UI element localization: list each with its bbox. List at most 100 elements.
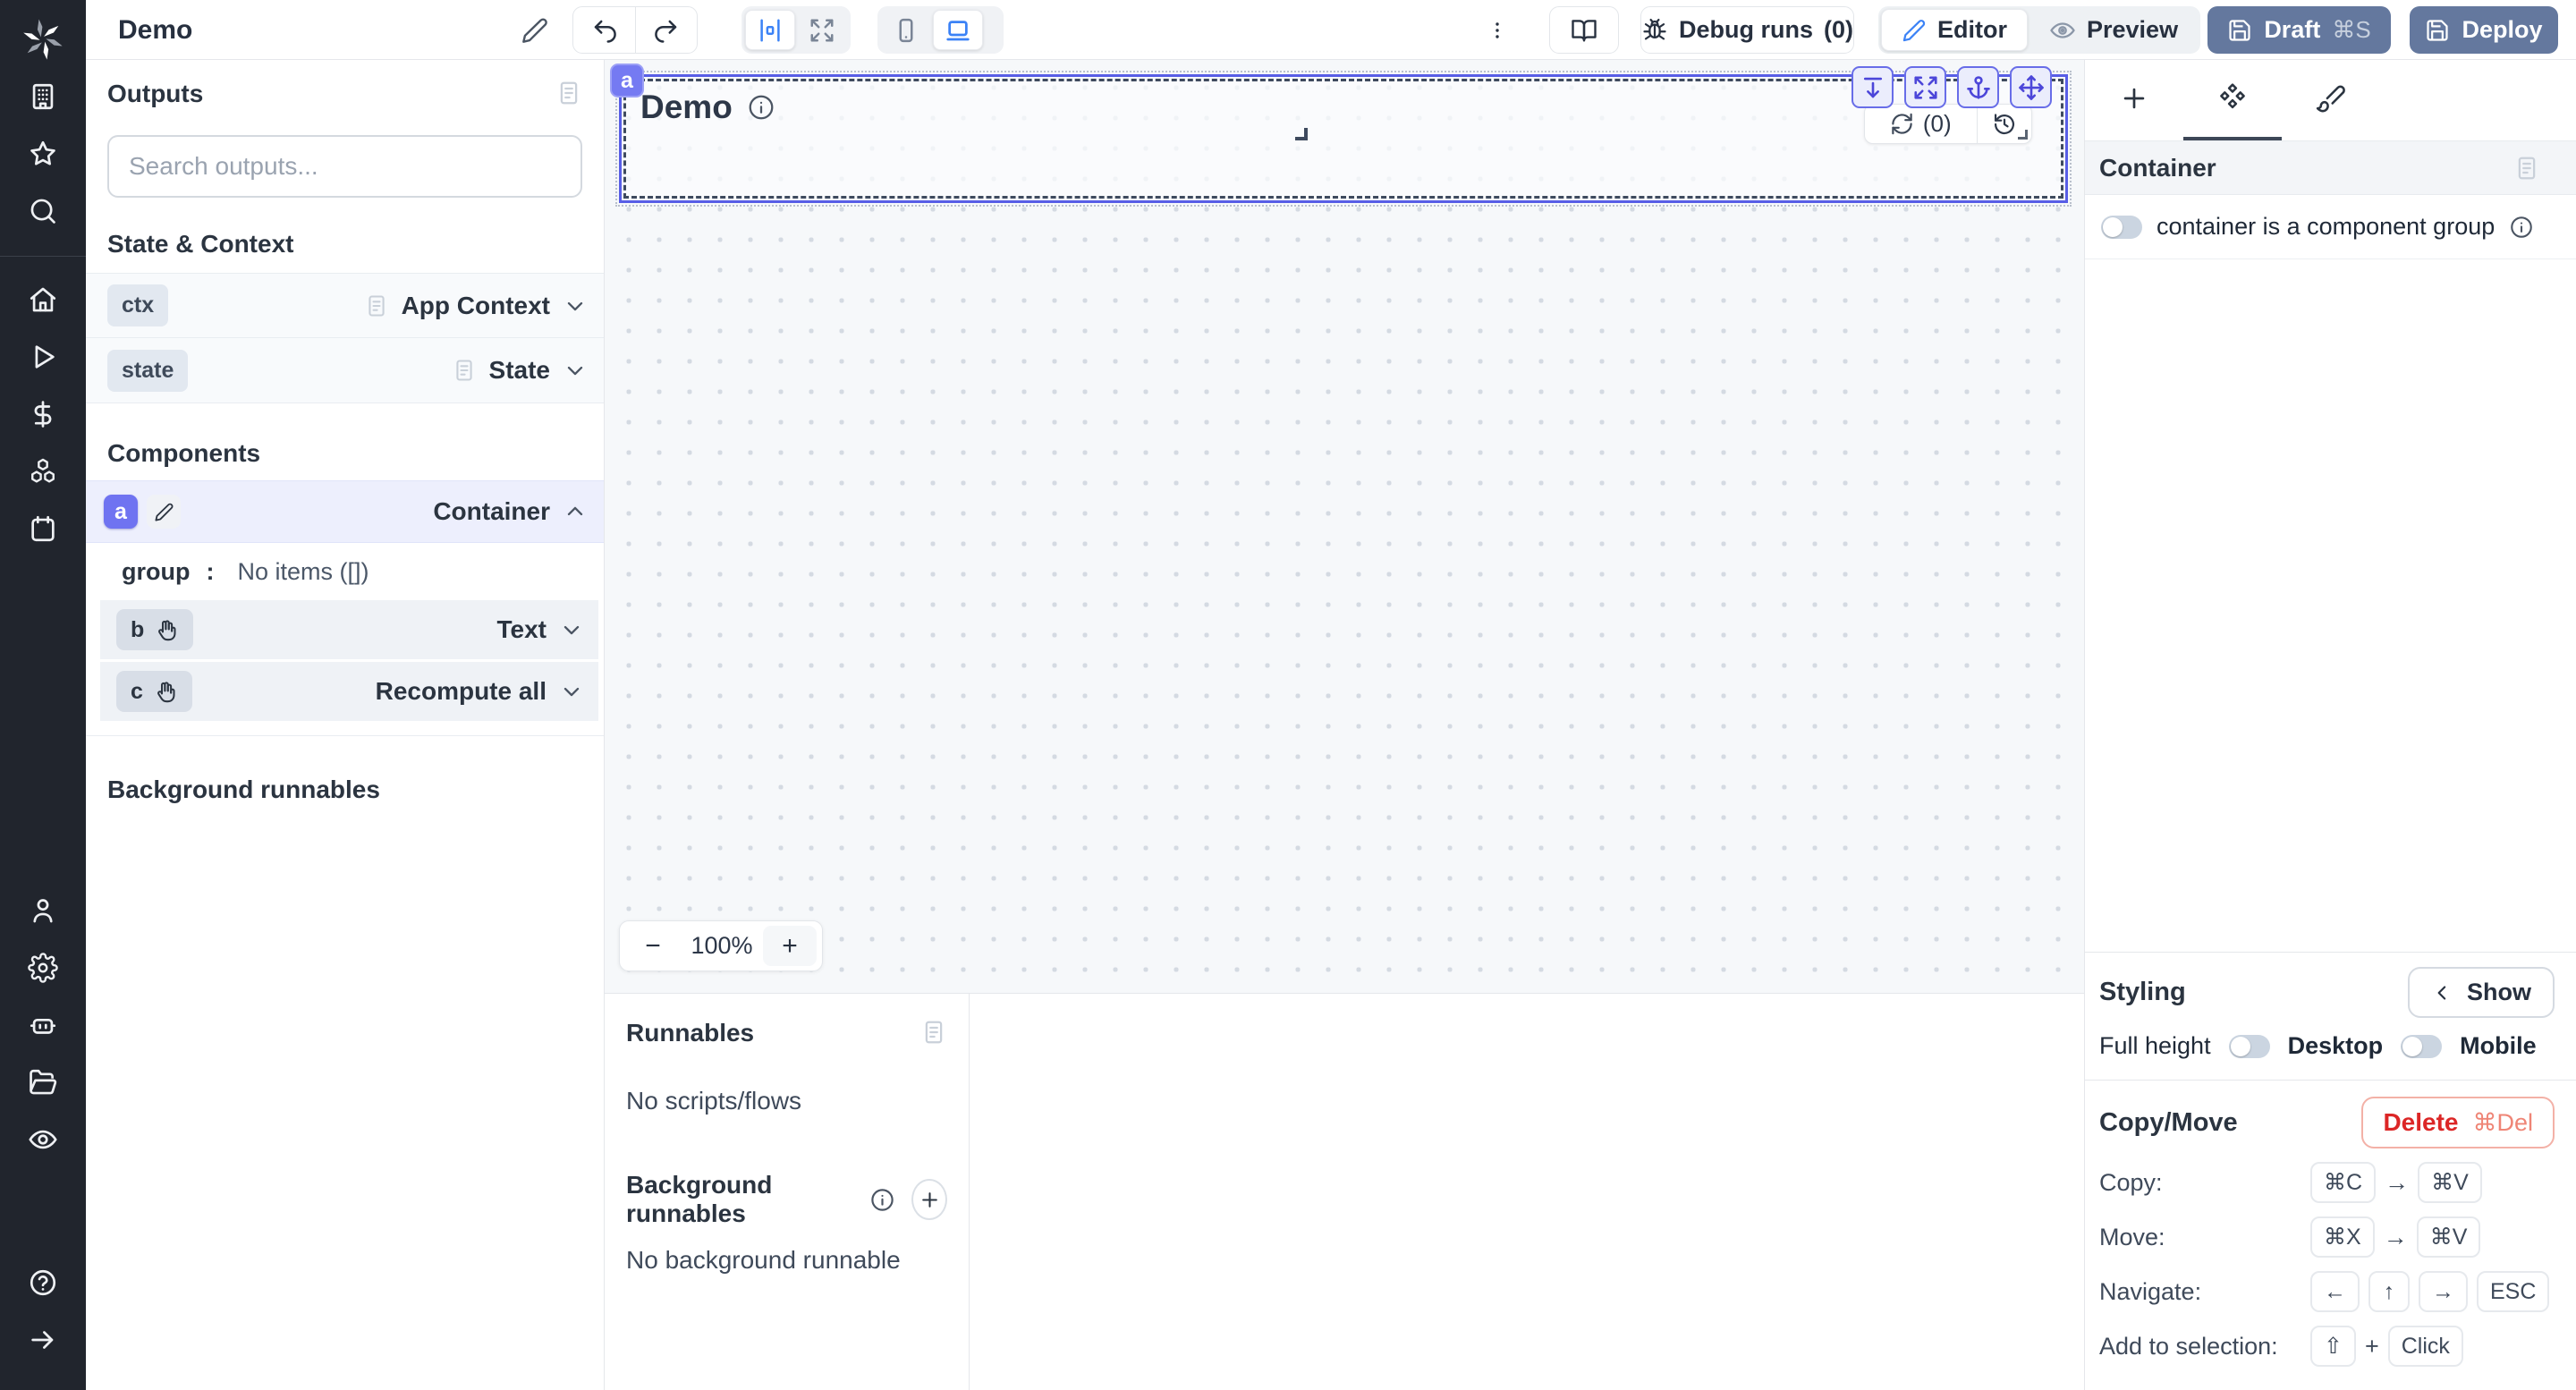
save-icon <box>2227 18 2252 43</box>
ctx-row[interactable]: ctx App Context <box>86 273 604 338</box>
arrow-down-to-line-icon <box>1860 74 1886 101</box>
tab-preview[interactable]: Preview <box>2029 9 2198 51</box>
runnables-heading: Runnables <box>626 1019 754 1047</box>
rail-item-search[interactable] <box>23 191 63 231</box>
runnables-panel: Runnables No scripts/flows Background ru… <box>605 994 970 1390</box>
tab-global-styling[interactable] <box>2282 60 2380 140</box>
chevron-down-icon[interactable] <box>563 358 588 383</box>
state-badge: state <box>107 350 188 392</box>
draft-button[interactable]: Draft ⌘S <box>2207 6 2391 54</box>
robot-icon <box>28 1010 58 1040</box>
align-center-icon <box>757 17 784 44</box>
refresh-component-button[interactable]: (0) <box>1865 105 1977 143</box>
debug-runs-button[interactable]: Debug runs (0) <box>1640 6 1854 54</box>
help-icon <box>28 1267 58 1298</box>
search-outputs-input[interactable] <box>107 135 582 198</box>
shortcut-row-navigate: Navigate: ← ↑ → ESC <box>2099 1271 2555 1312</box>
debug-runs-count: (0) <box>1824 16 1853 44</box>
undo-button[interactable] <box>573 7 635 53</box>
docs-button[interactable] <box>1549 6 1619 54</box>
inspector-bottom-padding <box>2085 1367 2576 1390</box>
container-group-row: group : No items ([]) <box>86 543 604 600</box>
tab-component-settings[interactable] <box>2183 60 2282 140</box>
tab-insert-component[interactable] <box>2085 60 2183 140</box>
container-component[interactable]: Demo <box>623 79 2063 199</box>
app-root: Demo Debug runs (0) <box>0 0 2576 1390</box>
kbd-arrow-left: ← <box>2310 1271 2360 1312</box>
chevron-down-icon[interactable] <box>559 617 584 642</box>
full-height-desktop-toggle[interactable] <box>2229 1035 2270 1058</box>
rail-item-favorites[interactable] <box>23 134 63 174</box>
kbd-cmd-v: ⌘V <box>2417 1216 2481 1258</box>
full-height-mobile-toggle[interactable] <box>2401 1035 2442 1058</box>
shortcut-row-copy: Copy: ⌘C → ⌘V <box>2099 1162 2555 1203</box>
expand-canvas-button[interactable] <box>797 10 847 50</box>
redo-button[interactable] <box>635 7 697 53</box>
info-icon[interactable] <box>869 1187 895 1213</box>
anchor-component-button[interactable] <box>1957 66 1999 108</box>
edit-title-button[interactable] <box>521 6 549 54</box>
mobile-view-button[interactable] <box>881 10 931 50</box>
rail-item-user[interactable] <box>23 891 63 930</box>
canvas-layout-group <box>741 6 851 54</box>
chevron-down-icon[interactable] <box>559 679 584 704</box>
rail-item-collapse[interactable] <box>23 1320 63 1360</box>
save-icon <box>2425 18 2450 43</box>
rail-item-resources[interactable] <box>23 452 63 491</box>
hand-pointer-icon <box>154 680 178 704</box>
show-styling-button[interactable]: Show <box>2408 967 2555 1018</box>
brush-icon <box>2316 83 2346 114</box>
rail-item-help[interactable] <box>23 1263 63 1302</box>
rename-component-button[interactable] <box>147 495 181 529</box>
pencil-icon <box>154 502 174 522</box>
selection-badge-a[interactable]: a <box>610 64 644 97</box>
rail-item-folders[interactable] <box>23 1063 63 1102</box>
rail-item-workspace[interactable] <box>23 77 63 116</box>
rail-item-usage[interactable] <box>23 394 63 434</box>
debug-runs-label: Debug runs <box>1679 16 1813 44</box>
move-component-button[interactable] <box>2010 66 2052 108</box>
shortcut-row-move: Move: ⌘X → ⌘V <box>2099 1216 2555 1258</box>
runnables-doc-icon[interactable] <box>920 1019 947 1046</box>
rail-item-runs[interactable] <box>23 337 63 377</box>
info-icon[interactable] <box>747 93 775 122</box>
component-row-recompute[interactable]: c Recompute all <box>100 662 598 721</box>
inspector-doc-icon[interactable] <box>2513 155 2540 182</box>
zoom-in-button[interactable]: + <box>763 926 817 966</box>
center-column: Demo a <box>605 60 2084 1390</box>
more-menu-button[interactable] <box>1487 6 1508 54</box>
zoom-out-button[interactable]: − <box>625 931 681 962</box>
component-group-toggle[interactable] <box>2101 216 2142 239</box>
delete-shortcut: ⌘Del <box>2472 1109 2533 1137</box>
diamond-grid-icon <box>2216 82 2249 114</box>
runnables-empty-text: No scripts/flows <box>626 1087 947 1115</box>
state-row[interactable]: state State <box>86 338 604 403</box>
delete-component-button[interactable]: Delete ⌘Del <box>2361 1097 2555 1148</box>
copymove-heading: Copy/Move <box>2099 1108 2238 1138</box>
outputs-doc-icon[interactable] <box>555 80 582 106</box>
chevron-down-icon[interactable] <box>563 293 588 318</box>
desktop-view-button[interactable] <box>933 10 983 50</box>
group-value: No items ([]) <box>237 558 369 586</box>
tab-editor[interactable]: Editor <box>1881 9 2028 51</box>
background-runnables-heading: Background runnables <box>107 776 582 804</box>
chevron-up-icon[interactable] <box>563 499 588 524</box>
device-toggle-group <box>877 6 1004 54</box>
rail-item-audit[interactable] <box>23 1120 63 1159</box>
rail-item-home[interactable] <box>23 280 63 319</box>
info-icon[interactable] <box>2509 215 2534 240</box>
fill-height-button[interactable] <box>1852 66 1894 108</box>
add-background-runnable-button[interactable] <box>911 1179 947 1220</box>
expand-component-button[interactable] <box>1904 66 1946 108</box>
plus-icon <box>2119 83 2149 114</box>
component-resize-handle[interactable] <box>1295 128 1308 140</box>
component-row-text[interactable]: b Text <box>100 600 598 659</box>
deploy-button[interactable]: Deploy <box>2410 6 2558 54</box>
rail-item-ai[interactable] <box>23 1005 63 1045</box>
rail-item-settings[interactable] <box>23 948 63 987</box>
component-row-container[interactable]: a Container <box>86 480 604 543</box>
rail-item-schedules[interactable] <box>23 509 63 548</box>
windmill-logo[interactable] <box>0 0 86 77</box>
center-canvas-button[interactable] <box>745 10 795 50</box>
app-canvas[interactable]: Demo a <box>605 60 2084 993</box>
